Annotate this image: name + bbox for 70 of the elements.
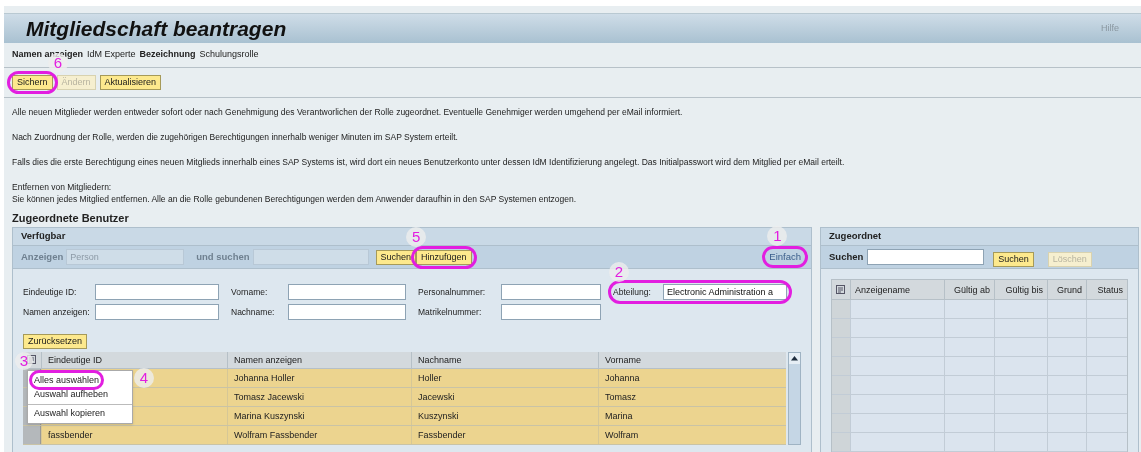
input-field[interactable] (288, 284, 406, 300)
action-button[interactable]: Hinzufügen (416, 249, 472, 265)
table-cell: Johanna (598, 369, 786, 387)
column-header[interactable]: Nachname (411, 352, 598, 368)
field-label: Suchen (829, 249, 864, 264)
input-field[interactable] (288, 304, 406, 320)
column-header[interactable]: Status (1086, 280, 1127, 299)
action-button[interactable]: Suchen (375, 249, 417, 265)
field-label: Namen anzeigen: (23, 305, 91, 319)
field-label: Anzeigen (21, 249, 64, 264)
column-header[interactable]: Vorname (598, 352, 786, 368)
table-cell: Marina (598, 407, 786, 425)
table-cell: Wolfram (598, 426, 786, 444)
panel-title: Verfügbar (21, 229, 66, 244)
column-header[interactable]: Anzeigename (850, 280, 944, 299)
scrollbar[interactable] (788, 352, 801, 445)
table-cell: Holler (411, 369, 598, 387)
mode-link[interactable]: Einfach (767, 249, 803, 265)
info-text: Sie können jedes Mitglied entfernen. Alle an die Rolle gebundenen Berechtigungen werden dem Anwender daraufhin in den SAP Systemen entzogen. (12, 193, 578, 205)
table-cell: Tomasz (598, 388, 786, 406)
info-text: Falls dies die erste Berechtigung eines neuen Mitglieds innerhalb eines SAP Systems ist, wird dort ein neues Benutzerkonto unter dessen IdM Identifizierung angelegt. Das Initialpasswort wird dem Mitglied per eMail erteilt. (12, 156, 846, 168)
callout-number: 1 (767, 225, 788, 246)
table-cell: Jacewski (411, 388, 598, 406)
input-field[interactable] (501, 284, 601, 300)
callout-number: 5 (406, 226, 427, 247)
table-cell: fassbender (41, 426, 227, 444)
table-row[interactable]: fassbender Wolfram Fassbender Fassbender Wolfram (23, 426, 786, 445)
input-field[interactable] (95, 304, 219, 320)
info-text: Alle neuen Mitglieder werden entweder sofort oder nach Genehmigung des Verantworlichen der Rolle zugeordnet. Eventuelle Genehmiger werden umgehend per eMail informiert. (12, 106, 684, 118)
menu-item[interactable]: Alles auswählen (34, 374, 100, 386)
column-header[interactable]: Gültig ab (944, 280, 994, 299)
input-field[interactable] (867, 249, 985, 265)
action-button[interactable]: Suchen (993, 252, 1034, 267)
column-header[interactable]: Eindeutige ID (41, 352, 227, 368)
field-label: und suchen (196, 249, 250, 264)
info-value: IdM Experte (87, 48, 136, 62)
scroll-up-icon[interactable] (789, 353, 800, 364)
input-field[interactable] (501, 304, 601, 320)
field-label: Abteilung: (613, 285, 652, 299)
table-cell: Johanna Holler (227, 369, 411, 387)
table-cell: Wolfram Fassbender (227, 426, 411, 444)
table-cell: Kuszynski (411, 407, 598, 425)
table-cell: Tomasz Jacewski (227, 388, 411, 406)
page-title: Mitgliedschaft beantragen (26, 15, 287, 42)
column-header[interactable]: Gültig bis (994, 280, 1047, 299)
panel-title: Zugeordnet (829, 229, 882, 244)
field-label: Vorname: (231, 285, 269, 299)
action-button[interactable]: Zurücksetzen (23, 334, 88, 349)
info-text: Nach Zuordnung der Rolle, werden die zugehörigen Berechtigungen innerhalb weniger Minuten im SAP System erteilt. (12, 131, 459, 143)
column-select-icon[interactable] (836, 284, 846, 295)
table-cell: Fassbender (411, 426, 598, 444)
field-label: Eindeutige ID: (23, 285, 78, 299)
menu-item[interactable]: Auswahl kopieren (34, 407, 106, 419)
action-button[interactable]: Aktualisieren (99, 75, 162, 90)
field-label: Matrikelnummer: (418, 305, 483, 319)
field-label: Personalnummer: (418, 285, 487, 299)
column-header[interactable]: Grund (1047, 280, 1086, 299)
action-button[interactable]: Sichern (12, 75, 53, 90)
section-title: Zugeordnete Benutzer (11, 211, 130, 226)
info-text: Entfernen von Mitgliedern: (12, 181, 113, 193)
column-header[interactable]: Namen anzeigen (227, 352, 411, 368)
input-field[interactable] (95, 284, 219, 300)
menu-item[interactable]: Auswahl aufheben (34, 388, 109, 400)
table-cell: Marina Kuszynski (227, 407, 411, 425)
info-value: Schulungsrolle (199, 48, 259, 62)
callout-number: 3 (15, 352, 33, 370)
field-label: Nachname: (231, 305, 276, 319)
info-label: Namen anzeigen (12, 48, 84, 60)
info-label: Bezeichnung (139, 48, 196, 62)
input-field[interactable]: Electronic Administration a (663, 284, 787, 300)
